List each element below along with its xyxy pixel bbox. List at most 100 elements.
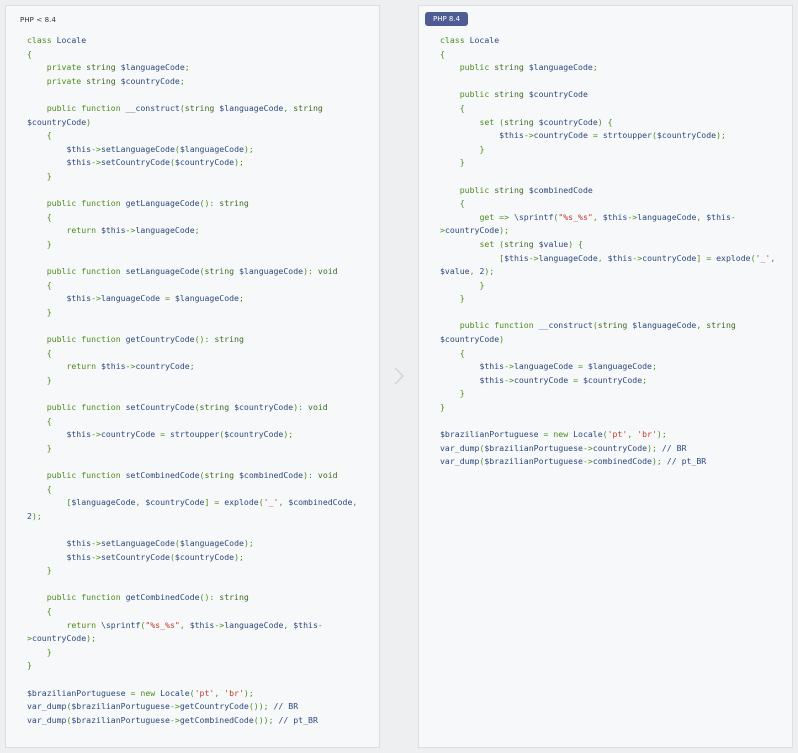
code-token: -> [91, 537, 101, 548]
code-line: $this->setCountryCode($countryCode); [27, 156, 373, 170]
code-token: getCountryCode [179, 701, 249, 712]
code-token: $languageCode [71, 497, 136, 508]
code-token: 'pt' [194, 687, 215, 698]
code-token: $countryCode [120, 75, 180, 86]
code-token: // BR [273, 701, 299, 712]
code-token: languageCode [637, 211, 697, 222]
code-line: [$this->languageCode, $this->countryCode… [440, 252, 786, 266]
code-token: new [553, 429, 574, 440]
code-token: - [730, 211, 736, 222]
code-token: ); [651, 456, 667, 467]
code-token: string [219, 198, 249, 209]
code-token: set [440, 238, 500, 249]
code-token: public function [27, 266, 126, 277]
code-line: var_dump($brazilianPortuguese->getCountr… [27, 700, 373, 714]
code-token: setLanguageCode [100, 537, 175, 548]
code-token: (): [194, 334, 215, 345]
code-token: string [293, 102, 323, 113]
code-token: ] = [696, 252, 717, 263]
code-token: $countryCode [145, 497, 205, 508]
code-token: $value [538, 238, 569, 249]
code-token: { [440, 347, 465, 358]
code-token: string [204, 470, 239, 480]
code-token: string [184, 102, 220, 113]
code-token: $value [440, 266, 470, 277]
code-token: , [592, 211, 603, 222]
code-token: void [308, 402, 328, 413]
code-line: public function getLanguageCode(): strin… [27, 197, 373, 211]
code-token: $this [27, 429, 92, 440]
code-token: { [440, 102, 465, 113]
code-token: setCountryCode [125, 402, 195, 413]
code-line: public function setLanguageCode(string $… [27, 265, 373, 279]
code-token: countryCode [444, 225, 500, 236]
code-line: $brazilianPortuguese = new Locale('pt', … [27, 687, 373, 701]
code-line: } [27, 564, 373, 578]
code-token: $countryCode [27, 116, 87, 127]
code-token: 'br' [224, 687, 244, 698]
code-token: $brazilianPortuguese [440, 429, 544, 440]
code-line: set (string $countryCode) { [440, 116, 786, 130]
code-token: -> [504, 374, 514, 385]
code-line: { [27, 279, 373, 293]
code-line: 2); [27, 510, 373, 524]
code-token: $brazilianPortuguese [484, 456, 583, 467]
code-token: -> [582, 456, 593, 467]
code-token: ); [234, 551, 244, 562]
code-token: class [440, 35, 470, 45]
code-line: $this->languageCode = $languageCode; [440, 360, 786, 374]
code-token: $brazilianPortuguese [71, 714, 170, 725]
code-token: ; [592, 62, 598, 73]
code-token: } [440, 157, 465, 168]
code-token: -> [91, 429, 101, 440]
code-token: new [140, 687, 161, 698]
code-token: ; [184, 62, 190, 73]
code-token: string [219, 592, 249, 603]
code-token: ; [189, 361, 195, 372]
version-label-before: PHP < 8.4 [20, 16, 57, 24]
code-token: = [130, 687, 141, 698]
code-token: = [160, 429, 170, 440]
code-line: { [27, 483, 373, 497]
code-token: strtoupper [169, 429, 220, 440]
code-token: ); [243, 687, 254, 698]
code-token: { [27, 211, 52, 222]
code-line: { [27, 211, 373, 225]
code-line: } [27, 659, 373, 673]
code-token: void [317, 266, 338, 277]
code-token: $countryCode [538, 116, 598, 127]
code-token: -> [125, 225, 136, 236]
code-token: // pt_BR [666, 456, 707, 467]
code-token: strtoupper [602, 130, 652, 141]
code-token: $countryCode [174, 551, 235, 562]
code-token: string [204, 266, 239, 277]
code-token: Locale [469, 35, 500, 45]
code-token: languageCode [135, 225, 195, 236]
code-line: public string $languageCode; [440, 61, 786, 75]
code-token: ); [499, 225, 510, 236]
code-line: var_dump($brazilianPortuguese->countryCo… [440, 442, 786, 456]
code-token: , [696, 211, 707, 222]
code-token: } [27, 646, 52, 657]
code-line: } [27, 238, 373, 252]
code-token: $languageCode [632, 320, 697, 331]
code-line: } [27, 374, 373, 388]
code-token: $this [27, 537, 92, 548]
code-line: $this->setLanguageCode($languageCode); [27, 143, 373, 157]
chevron-right-icon [394, 367, 405, 385]
code-token: -> [169, 714, 180, 725]
code-token: ) { [597, 116, 613, 127]
code-token: $brazilianPortuguese [27, 687, 131, 698]
code-line: { [440, 102, 786, 116]
code-token: ): [303, 266, 318, 277]
code-line: public function __construct(string $lang… [27, 102, 373, 116]
code-token: string [199, 402, 235, 413]
code-token: $languageCode [528, 62, 593, 73]
code-token: $languageCode [239, 266, 304, 277]
code-token: } [27, 306, 52, 317]
